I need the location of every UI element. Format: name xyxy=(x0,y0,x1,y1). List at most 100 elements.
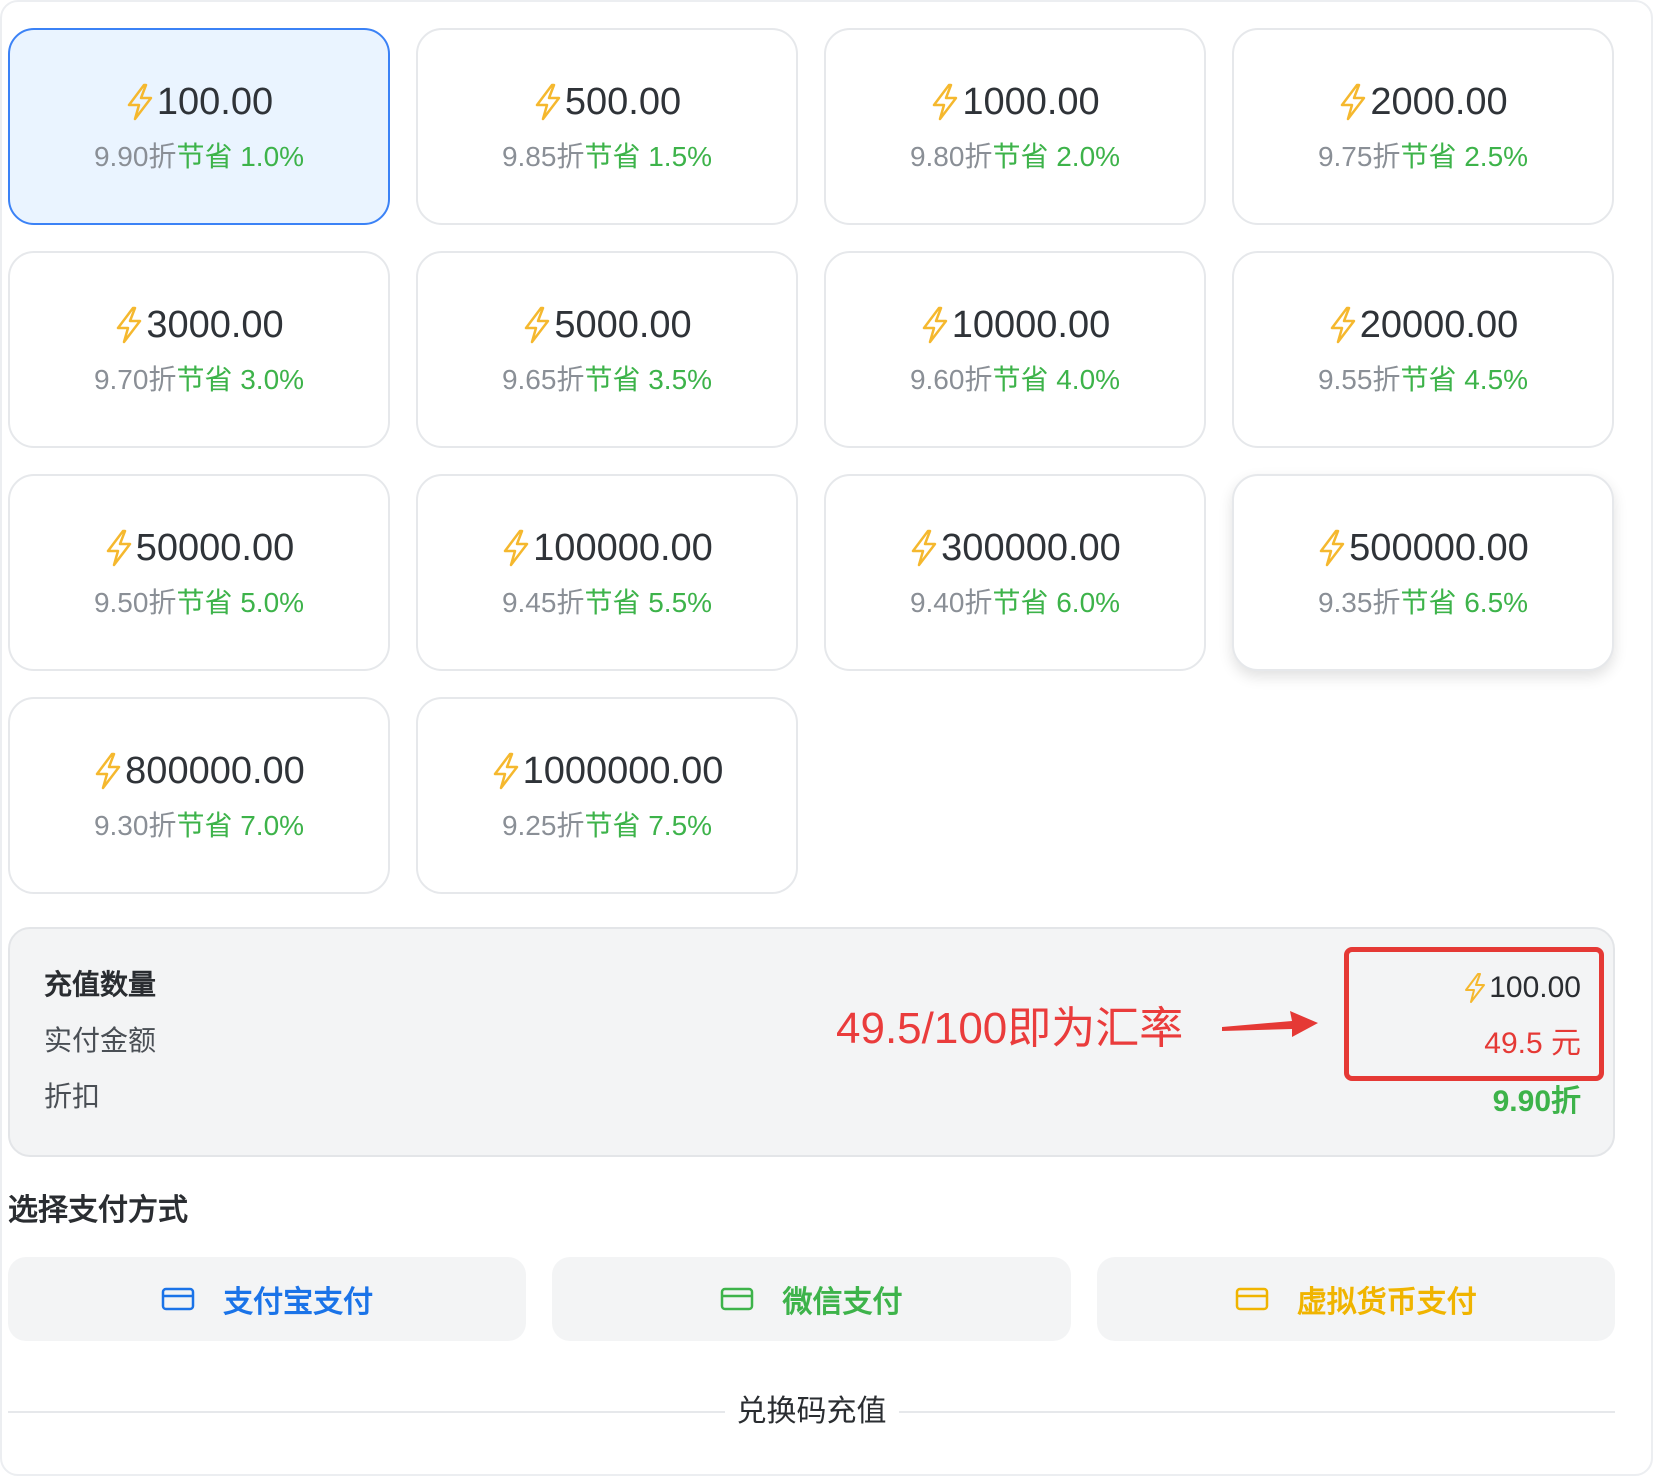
redeem-code-link[interactable]: 兑换码充值 xyxy=(724,1395,899,1428)
option-rate: 9.75折 xyxy=(1317,140,1401,172)
option-rate: 9.40折 xyxy=(909,586,993,618)
card-icon xyxy=(161,1287,195,1311)
recharge-option-card[interactable]: 5000.00 9.65折节省 3.5% xyxy=(416,251,798,448)
bolt-icon xyxy=(117,306,142,343)
option-savings: 节省 4.0% xyxy=(992,363,1121,395)
option-savings: 节省 3.5% xyxy=(584,363,713,395)
option-rate: 9.55折 xyxy=(1317,363,1401,395)
option-discount: 9.85折节省 1.5% xyxy=(501,140,713,172)
bolt-icon xyxy=(1465,973,1486,1003)
option-rate: 9.65折 xyxy=(501,363,585,395)
paid-value: 49.5 元 xyxy=(1484,1027,1581,1060)
option-amount-value: 500.00 xyxy=(564,80,682,123)
option-discount: 9.55折节省 4.5% xyxy=(1317,363,1529,395)
bolt-icon xyxy=(127,83,153,120)
quantity-amount: 100.00 xyxy=(1489,971,1581,1004)
option-amount-value: 100.00 xyxy=(156,80,274,123)
recharge-option-card[interactable]: 3000.00 9.70折节省 3.0% xyxy=(8,251,390,448)
option-rate: 9.85折 xyxy=(501,140,585,172)
recharge-option-card[interactable]: 300000.00 9.40折节省 6.0% xyxy=(824,474,1206,671)
quantity-value: 100.00 xyxy=(1463,973,1581,1003)
recharge-option-card[interactable]: 50000.00 9.50折节省 5.0% xyxy=(8,474,390,671)
wechat-pay-button[interactable]: 微信支付 xyxy=(552,1257,1071,1341)
option-discount: 9.90折节省 1.0% xyxy=(93,140,304,172)
recharge-option-card[interactable]: 1000000.00 9.25折节省 7.5% xyxy=(416,697,798,894)
option-amount: 5000.00 xyxy=(522,306,692,344)
exchange-rate-annotation: 49.5/100即为汇率 xyxy=(836,1004,1184,1053)
option-discount: 9.80折节省 2.0% xyxy=(910,140,1121,172)
option-rate: 9.35折 xyxy=(1317,586,1401,618)
discount-value: 9.90折 xyxy=(1492,1085,1581,1118)
option-rate: 9.90折 xyxy=(93,140,177,172)
card-icon xyxy=(1235,1287,1269,1311)
option-amount-value: 20000.00 xyxy=(1359,303,1519,346)
bolt-icon xyxy=(106,529,131,566)
option-amount: 50000.00 xyxy=(104,526,295,569)
redeem-code-section: 兑换码充值 xyxy=(0,1395,1623,1428)
option-discount: 9.40折节省 6.0% xyxy=(909,586,1121,618)
bolt-icon xyxy=(1319,529,1345,566)
alipay-label: 支付宝支付 xyxy=(223,1286,374,1319)
option-discount: 9.50折节省 5.0% xyxy=(93,586,304,618)
option-amount-value: 500000.00 xyxy=(1349,526,1529,569)
bolt-icon xyxy=(493,752,518,789)
recharge-option-card[interactable]: 500.00 9.85折节省 1.5% xyxy=(416,28,798,225)
annotation-arrow-icon xyxy=(1222,1011,1318,1037)
option-amount-value: 800000.00 xyxy=(125,749,305,792)
option-amount-value: 1000.00 xyxy=(962,80,1100,123)
option-savings: 节省 5.5% xyxy=(584,586,713,618)
option-discount: 9.30折节省 7.0% xyxy=(94,811,304,840)
option-discount: 9.70折节省 3.0% xyxy=(93,363,305,395)
option-amount-value: 50000.00 xyxy=(135,526,295,569)
wechat-pay-label: 微信支付 xyxy=(782,1286,903,1319)
option-savings: 节省 3.0% xyxy=(176,363,305,395)
bolt-icon xyxy=(922,306,947,343)
recharge-option-card[interactable]: 100.00 9.90折节省 1.0% xyxy=(8,28,390,225)
option-rate: 9.50折 xyxy=(93,586,177,618)
option-savings: 节省 1.5% xyxy=(584,140,713,172)
option-amount: 100000.00 xyxy=(501,529,713,567)
bolt-icon xyxy=(1341,83,1366,120)
recharge-option-card[interactable]: 1000.00 9.80折节省 2.0% xyxy=(824,28,1206,225)
option-savings: 节省 6.0% xyxy=(992,586,1121,618)
option-discount: 9.35折节省 6.5% xyxy=(1317,586,1529,618)
option-amount: 1000.00 xyxy=(930,80,1100,123)
recharge-option-card[interactable]: 100000.00 9.45折节省 5.5% xyxy=(416,474,798,671)
option-savings: 节省 4.5% xyxy=(1400,363,1529,395)
card-icon xyxy=(721,1287,754,1311)
option-amount-value: 1000000.00 xyxy=(522,749,724,792)
option-amount-value: 3000.00 xyxy=(146,303,284,346)
bolt-icon xyxy=(911,529,937,566)
option-discount: 9.65折节省 3.5% xyxy=(501,363,713,395)
option-amount: 500.00 xyxy=(533,83,681,121)
bolt-icon xyxy=(525,306,550,343)
discount-label: 折扣 xyxy=(44,1081,101,1112)
option-amount-value: 2000.00 xyxy=(1370,80,1508,123)
paid-label: 实付金额 xyxy=(44,1025,157,1056)
crypto-pay-button[interactable]: 虚拟货币支付 xyxy=(1096,1257,1615,1341)
alipay-button[interactable]: 支付宝支付 xyxy=(8,1257,527,1341)
order-summary: 充值数量 实付金额 折扣 49.5/100即为汇率 100.00 49.5 元 … xyxy=(8,927,1615,1157)
bolt-icon xyxy=(503,529,529,566)
option-savings: 节省 2.5% xyxy=(1400,140,1529,172)
bolt-icon xyxy=(95,752,121,789)
quantity-label: 充值数量 xyxy=(44,969,157,1000)
recharge-option-card[interactable]: 10000.00 9.60折节省 4.0% xyxy=(824,251,1206,448)
option-amount: 3000.00 xyxy=(114,303,284,346)
option-savings: 节省 2.0% xyxy=(992,140,1121,172)
recharge-option-card[interactable]: 2000.00 9.75折节省 2.5% xyxy=(1232,28,1614,225)
option-rate: 9.70折 xyxy=(93,363,177,395)
option-amount-value: 300000.00 xyxy=(941,526,1121,569)
payment-method-title: 选择支付方式 xyxy=(8,1194,188,1227)
option-amount: 1000000.00 xyxy=(491,749,724,792)
recharge-option-card[interactable]: 500000.00 9.35折节省 6.5% xyxy=(1232,474,1614,671)
bolt-icon xyxy=(535,83,561,120)
recharge-options-grid: 100.00 9.90折节省 1.0% 500.00 9.85折节省 1.5% 1000… xyxy=(8,28,1615,894)
option-discount: 9.60折节省 4.0% xyxy=(910,363,1121,395)
recharge-option-card[interactable]: 800000.00 9.30折节省 7.0% xyxy=(8,697,390,894)
option-savings: 节省 6.5% xyxy=(1400,586,1529,618)
option-amount: 800000.00 xyxy=(93,752,305,790)
crypto-pay-label: 虚拟货币支付 xyxy=(1296,1286,1477,1319)
option-rate: 9.45折 xyxy=(501,586,585,618)
recharge-option-card[interactable]: 20000.00 9.55折节省 4.5% xyxy=(1232,251,1614,448)
